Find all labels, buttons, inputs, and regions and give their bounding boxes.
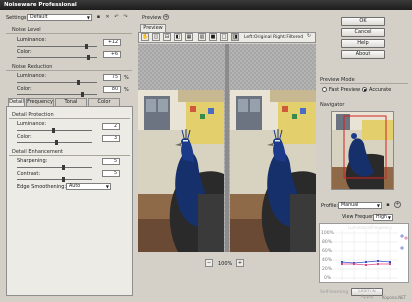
tab-frequency[interactable]: Frequency xyxy=(26,98,54,106)
noise-reduction-luminance-field[interactable]: 75 xyxy=(103,74,121,81)
profile-value: Manual xyxy=(341,203,359,208)
noise-reduction-luminance-slider[interactable] xyxy=(17,82,97,83)
detail-protection-color-field[interactable]: 3 xyxy=(102,135,120,142)
settings-label: Settings: xyxy=(6,15,29,21)
slider-thumb[interactable] xyxy=(77,80,80,85)
cancel-button[interactable]: Cancel xyxy=(341,28,385,37)
chevron-down-icon: ▼ xyxy=(376,203,380,208)
watermark-text: Kopona.NET xyxy=(382,295,407,300)
slider-thumb[interactable] xyxy=(55,140,58,145)
navigator-thumbnail[interactable] xyxy=(331,111,394,190)
hand-tool-icon[interactable]: ✋ xyxy=(141,33,149,41)
graph-plot xyxy=(332,230,408,280)
filtered-view-icon[interactable]: ■ xyxy=(209,33,217,41)
noise-level-color-slider[interactable] xyxy=(17,57,97,58)
slider-thumb[interactable] xyxy=(81,92,84,97)
tab-detail[interactable]: Detail xyxy=(8,98,25,106)
fast-preview-radio[interactable] xyxy=(322,87,327,92)
divider xyxy=(6,70,132,71)
tab-color-range[interactable]: Color Range xyxy=(88,98,120,112)
accurate-label: Accurate xyxy=(369,87,392,93)
edge-smoothening-label: Edge Smoothening: xyxy=(17,184,67,190)
add-profile-icon[interactable]: + xyxy=(394,201,401,208)
slider-thumb[interactable] xyxy=(87,55,90,60)
zoom-out-icon[interactable]: − xyxy=(205,259,213,267)
divider xyxy=(320,83,408,84)
zoom-in-icon[interactable]: + xyxy=(236,259,244,267)
view-frequency-select[interactable]: High ▼ xyxy=(373,214,393,221)
delete-icon[interactable]: ✕ xyxy=(104,14,111,21)
noise-level-color-field[interactable]: +6 xyxy=(103,51,121,58)
percent-unit: % xyxy=(124,87,129,93)
noise-level-color-label: Color: xyxy=(17,49,32,55)
detail-protection-luminance-label: Luminance: xyxy=(17,121,47,127)
add-preview-icon[interactable]: + xyxy=(163,14,169,20)
split-label: Left:Original Right:Filtered xyxy=(244,35,304,40)
profile-label: Profile: xyxy=(321,203,339,209)
fast-preview-label: Fast Preview xyxy=(329,87,361,93)
side-by-side-icon[interactable]: ▥ xyxy=(198,33,206,41)
ok-button[interactable]: OK xyxy=(341,17,385,26)
slider-thumb[interactable] xyxy=(85,44,88,49)
sharpening-label: Sharpening: xyxy=(17,158,48,164)
contrast-label: Contrast: xyxy=(17,171,41,177)
navigator-title: Navigator xyxy=(320,102,345,108)
navigator-image xyxy=(332,112,393,189)
compare-view-icon[interactable]: ◨ xyxy=(231,33,239,41)
preview-title: Preview xyxy=(142,15,162,21)
slider-thumb[interactable] xyxy=(62,177,65,182)
divider xyxy=(6,33,132,34)
help-button[interactable]: Help xyxy=(341,39,385,48)
contrast-field[interactable]: 5 xyxy=(102,170,120,177)
tab-tonal-range[interactable]: Tonal Range xyxy=(55,98,87,112)
sharpening-slider[interactable] xyxy=(17,167,92,168)
redo-icon[interactable]: ↷ xyxy=(122,14,129,21)
detail-protection-luminance-field[interactable]: 2 xyxy=(102,123,120,130)
self-learning-label: Self-learning xyxy=(320,290,349,295)
split-view-icon[interactable]: ◧ xyxy=(174,33,182,41)
accurate-radio[interactable] xyxy=(362,87,367,92)
settings-value: Default xyxy=(30,15,48,20)
window-title: Noiseware Professional xyxy=(0,0,412,10)
detail-protection-color-label: Color: xyxy=(17,134,32,140)
split-vertical-icon[interactable]: ◫ xyxy=(152,33,160,41)
noise-reduction-color-field[interactable]: 80 xyxy=(103,86,121,93)
sharpening-field[interactable]: 5 xyxy=(102,158,120,165)
original-view-icon[interactable]: □ xyxy=(220,33,228,41)
noise-reduction-color-label: Color: xyxy=(17,86,32,92)
settings-select[interactable]: Default ▼ xyxy=(27,14,92,21)
chevron-down-icon: ▼ xyxy=(387,215,391,220)
divider xyxy=(9,155,130,156)
preview-image xyxy=(138,44,316,252)
chevron-down-icon: ▼ xyxy=(105,184,109,189)
noise-reduction-luminance-label: Luminance: xyxy=(17,73,47,79)
profile-select[interactable]: Manual ▼ xyxy=(338,202,382,209)
percent-unit: % xyxy=(124,75,129,81)
save-profile-icon[interactable]: ▪ xyxy=(385,202,391,209)
frequency-graph[interactable]: Luminance/Frequency 100% 80% 60% 40% 20%… xyxy=(319,223,409,283)
contrast-slider[interactable] xyxy=(17,179,92,180)
grid-view-icon[interactable]: ▦ xyxy=(185,33,193,41)
learn-apply-button[interactable]: Learn & Apply xyxy=(351,288,383,300)
refresh-icon[interactable]: ↻ xyxy=(305,33,313,40)
preview-canvas[interactable] xyxy=(138,44,316,252)
divider xyxy=(9,118,130,119)
view-frequency-value: High xyxy=(376,215,388,220)
noise-level-luminance-field[interactable]: +12 xyxy=(103,39,121,46)
noise-level-luminance-label: Luminance: xyxy=(17,37,47,43)
split-horizontal-icon[interactable]: ⊟ xyxy=(163,33,171,41)
tab-preview-1[interactable]: Preview 1 xyxy=(140,24,166,38)
zoom-level: 100% xyxy=(218,261,233,267)
about-button[interactable]: About xyxy=(341,50,385,59)
edge-smoothening-select[interactable]: Auto ▼ xyxy=(66,183,111,190)
left-panel: Settings: Default ▼ ▪ ✕ ↶ ↷ Noise Level … xyxy=(2,11,134,300)
slider-thumb[interactable] xyxy=(52,128,55,133)
save-icon[interactable]: ▪ xyxy=(95,14,102,21)
noise-reduction-color-slider[interactable] xyxy=(17,94,97,95)
slider-thumb[interactable] xyxy=(62,165,65,170)
undo-icon[interactable]: ↶ xyxy=(113,14,120,21)
chevron-down-icon: ▼ xyxy=(86,15,90,20)
edge-smoothening-value: Auto xyxy=(69,184,81,189)
